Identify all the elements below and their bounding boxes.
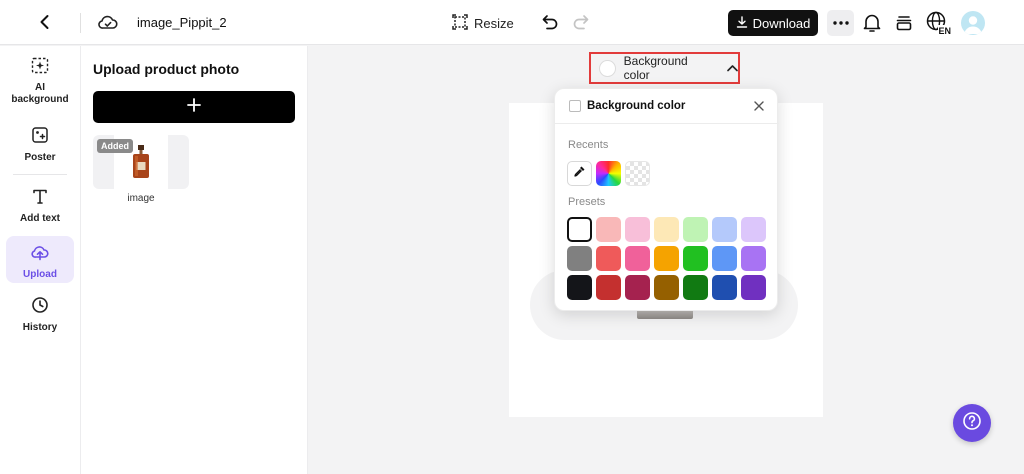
preset-swatch[interactable] [567, 275, 592, 300]
popover-title: Background color [587, 100, 686, 112]
poster-icon [31, 126, 49, 149]
avatar[interactable] [961, 11, 985, 35]
preset-swatch[interactable] [683, 275, 708, 300]
preset-swatch[interactable] [741, 217, 766, 242]
left-tool-rail: AI background Poster Add text Upload His… [0, 46, 81, 474]
download-button[interactable]: Download [728, 10, 818, 36]
rail-item-poster[interactable]: Poster [6, 126, 74, 166]
download-icon [736, 15, 748, 31]
recents-label: Recents [568, 139, 609, 151]
presets-label: Presets [568, 196, 606, 208]
ai-sparkle-icon [31, 56, 49, 79]
language-code: EN [939, 26, 952, 36]
background-color-popover: Background color Recents Presets [554, 88, 779, 311]
rail-item-label: Upload [23, 269, 57, 280]
preset-swatch[interactable] [683, 246, 708, 271]
rail-item-label: Add text [20, 213, 60, 224]
preset-swatch[interactable] [741, 275, 766, 300]
rail-item-history[interactable]: History [6, 296, 74, 336]
preset-swatch[interactable] [712, 246, 737, 271]
redo-icon[interactable] [571, 12, 591, 32]
preset-swatch[interactable] [625, 275, 650, 300]
preset-swatch[interactable] [741, 246, 766, 271]
transparent-swatch[interactable] [625, 161, 650, 186]
resize-icon [452, 13, 468, 33]
current-color-circle [599, 59, 616, 77]
text-icon [31, 187, 49, 210]
eyedropper-icon [573, 165, 586, 183]
file-name[interactable]: image_Pippit_20 [137, 15, 227, 30]
preset-swatch[interactable] [712, 217, 737, 242]
rail-item-label: Poster [24, 152, 56, 163]
preset-swatch[interactable] [596, 246, 621, 271]
more-options-icon[interactable] [827, 10, 854, 36]
notification-bell-icon[interactable] [862, 12, 882, 34]
question-icon [962, 411, 982, 436]
background-color-button[interactable]: Background color [589, 52, 740, 84]
preset-swatch[interactable] [596, 217, 621, 242]
rail-item-upload[interactable]: Upload [6, 236, 74, 283]
cloud-sync-icon[interactable] [96, 11, 120, 35]
background-color-label: Background color [623, 54, 688, 82]
rail-item-ai-background[interactable]: AI background [6, 56, 74, 108]
rail-item-label: AI background [11, 82, 69, 105]
clock-icon [31, 296, 49, 319]
preset-swatch[interactable] [654, 217, 679, 242]
panel-title: Upload product photo [93, 61, 240, 77]
preset-swatch[interactable] [567, 217, 592, 242]
close-icon[interactable] [752, 99, 766, 113]
language-globe-icon[interactable]: EN [925, 10, 951, 36]
preset-swatch[interactable] [567, 246, 592, 271]
layers-icon[interactable] [893, 12, 915, 34]
preset-swatch[interactable] [712, 275, 737, 300]
color-picker-swatch[interactable] [567, 161, 592, 186]
chevron-up-icon [727, 61, 738, 75]
top-bar: image_Pippit_20 Resize Download EN [0, 0, 1024, 45]
preset-swatch[interactable] [625, 246, 650, 271]
add-photo-button[interactable] [93, 91, 295, 123]
rail-item-add-text[interactable]: Add text [6, 187, 74, 227]
popover-header: Background color [555, 89, 779, 124]
undo-icon[interactable] [540, 12, 560, 32]
thumbnail-label: image [127, 193, 155, 204]
plus-icon [187, 97, 201, 117]
back-icon[interactable] [34, 11, 56, 33]
header-divider [80, 13, 81, 33]
download-label: Download [752, 15, 811, 31]
upload-panel: Upload product photo Added image [81, 46, 308, 474]
preset-swatch[interactable] [654, 246, 679, 271]
rail-divider [13, 174, 67, 175]
resize-button[interactable]: Resize [452, 12, 514, 34]
uploaded-image-thumbnail[interactable]: Added [93, 135, 189, 189]
help-button[interactable] [953, 404, 991, 442]
resize-label: Resize [474, 15, 514, 31]
preset-swatch[interactable] [683, 217, 708, 242]
custom-gradient-swatch[interactable] [596, 161, 621, 186]
added-badge: Added [97, 139, 133, 153]
preset-swatch[interactable] [625, 217, 650, 242]
upload-cloud-icon [30, 243, 50, 266]
preset-swatch[interactable] [654, 275, 679, 300]
preset-swatch[interactable] [596, 275, 621, 300]
background-color-checkbox[interactable] [569, 100, 581, 112]
rail-item-label: History [22, 322, 58, 333]
